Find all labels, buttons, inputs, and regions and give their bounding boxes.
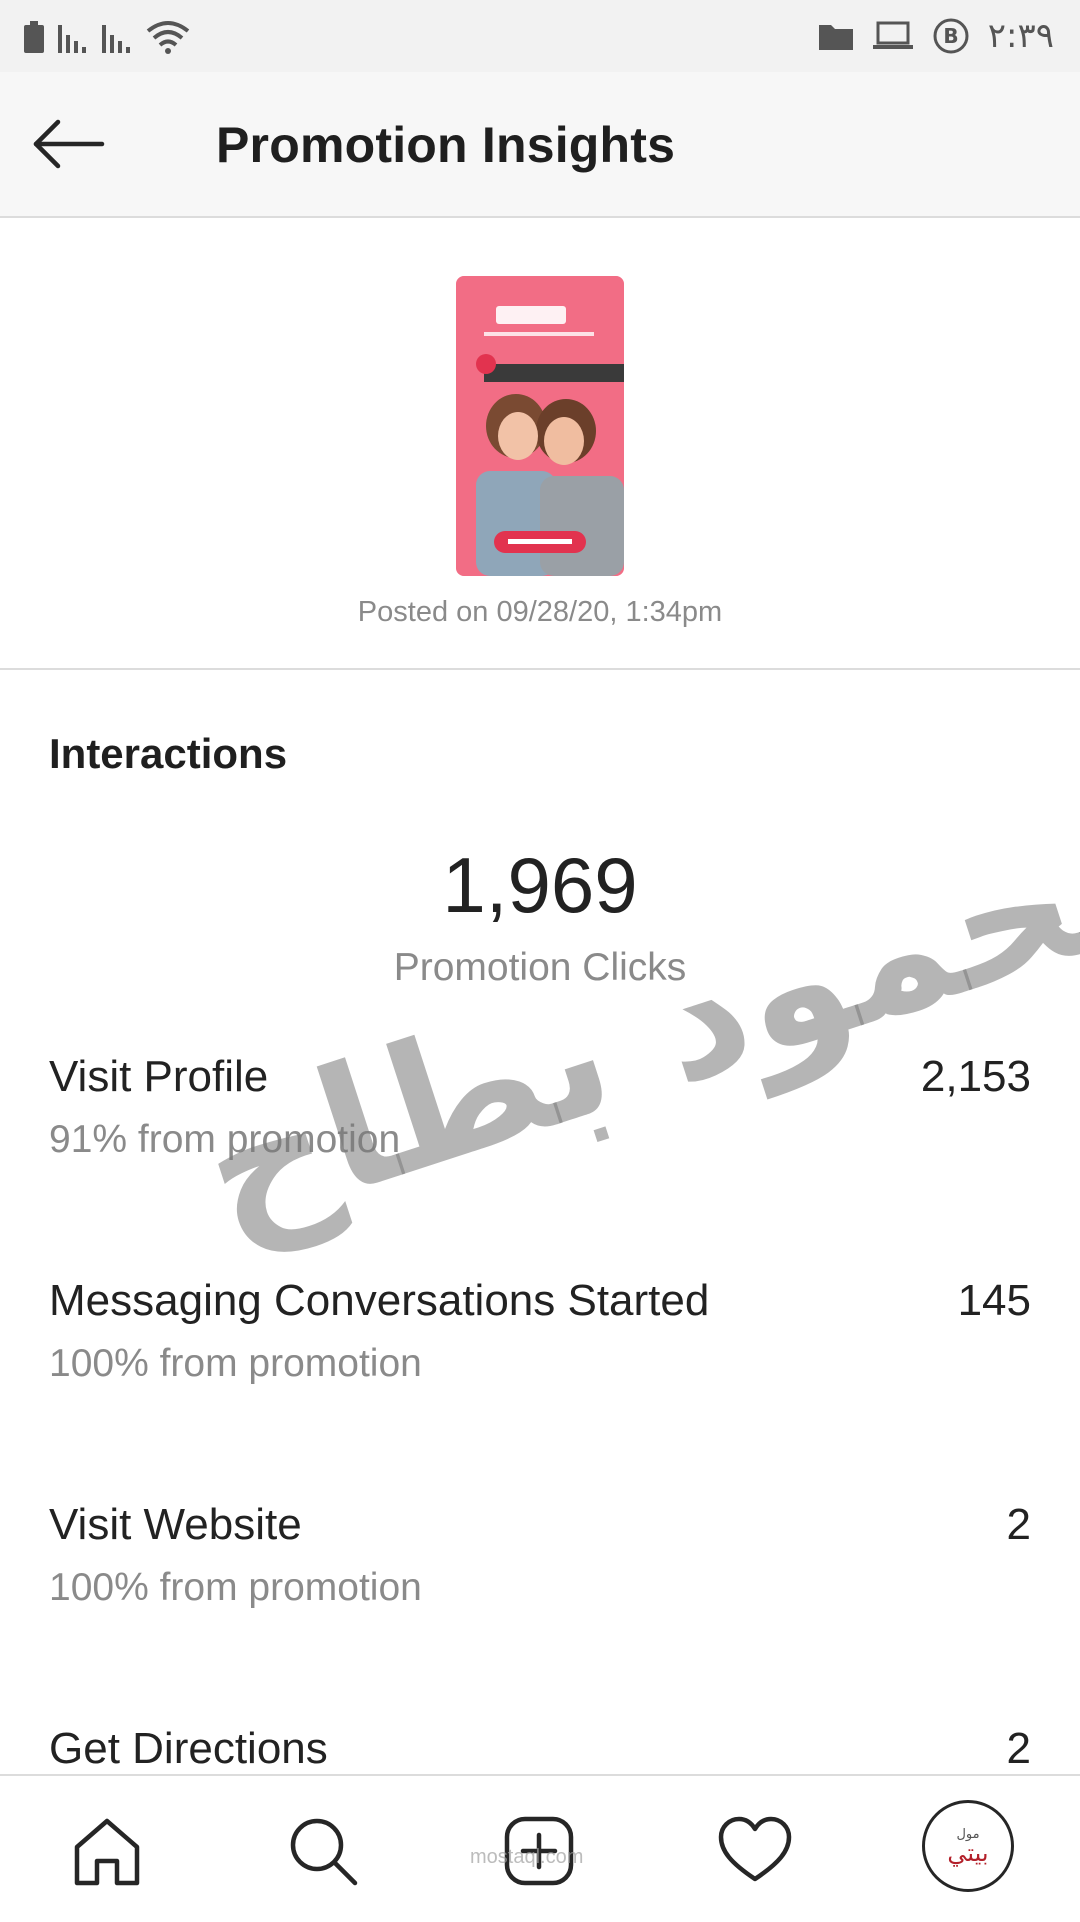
battery-icon [24,21,44,53]
metric-value: 2 [1006,1724,1031,1773]
heart-icon [718,1816,792,1882]
metric-value: 2 [1006,1500,1031,1549]
back-arrow-icon [33,119,105,169]
signal-icon-2 [102,25,130,53]
laptop-icon [872,21,913,49]
metric-value: 145 [957,1276,1031,1325]
metric-sub: 100% from promotion [49,1342,422,1385]
metric-row-get-directions: Get Directions 2 [49,1724,1031,1774]
home-icon [74,1818,140,1886]
metric-row-visit-website: Visit Website 2 100% from promotion [49,1500,1031,1650]
status-time: ٢:٣٩ [987,16,1054,56]
metric-row-visit-profile: Visit Profile 2,153 91% from promotion [49,1052,1031,1202]
back-button[interactable] [30,112,110,176]
post-image [456,276,624,576]
nav-search[interactable] [278,1806,368,1896]
profile-avatar[interactable]: مول بيتي [922,1800,1014,1892]
nav-home[interactable] [62,1806,152,1896]
posted-on-text: Posted on 09/28/20, 1:34pm [357,596,723,628]
nav-activity[interactable] [710,1806,800,1896]
search-icon [290,1818,358,1886]
interactions-title: Interactions [49,730,288,777]
metric-sub: 100% from promotion [49,1566,422,1609]
svg-text:B: B [943,24,958,48]
nav-new-post[interactable] [494,1806,584,1896]
signal-icon-1 [58,25,86,53]
new-post-icon [504,1816,574,1886]
avatar-logo-text: بيتي [947,1838,989,1867]
metric-label: Get Directions [49,1724,328,1773]
top-bar: Promotion Insights [0,72,1080,218]
metric-label: Visit Profile [49,1052,269,1101]
metric-label: Visit Website [49,1500,302,1549]
folder-icon [818,25,853,50]
bottom-nav: مول بيتي mostaql.com [0,1774,1080,1922]
promotion-clicks-label: Promotion Clicks [393,946,687,989]
b-badge-icon: B [933,18,969,54]
metric-sub: 91% from promotion [49,1118,401,1161]
status-right-icons: B ٢:٣٩ [818,16,1054,56]
post-thumbnail[interactable] [456,276,624,576]
page-title: Promotion Insights [216,117,676,173]
section-divider [0,668,1080,670]
wifi-icon [146,21,190,54]
metric-row-messaging: Messaging Conversations Started 145 100%… [49,1276,1031,1426]
metric-label: Messaging Conversations Started [49,1276,710,1325]
metric-value: 2,153 [920,1052,1031,1101]
status-left-icons [22,18,192,58]
status-bar: B ٢:٣٩ [0,0,1080,72]
promotion-clicks-value: 1,969 [442,841,638,929]
